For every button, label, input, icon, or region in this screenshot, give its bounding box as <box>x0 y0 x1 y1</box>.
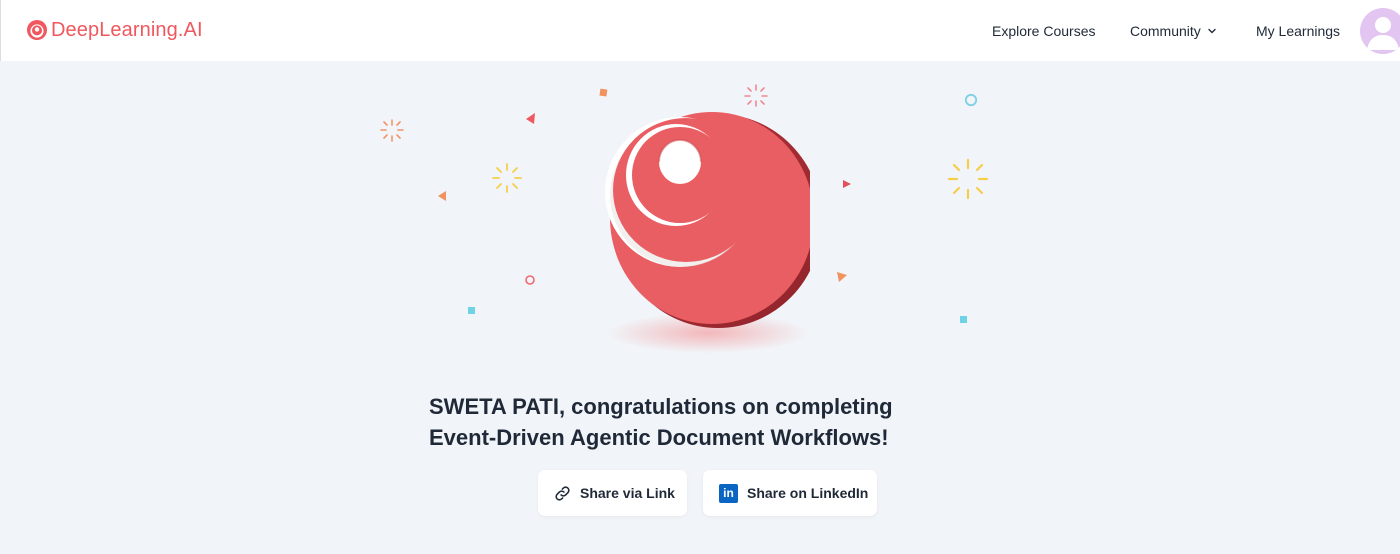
link-icon <box>555 485 570 501</box>
chevron-down-icon <box>1208 28 1216 33</box>
share-via-link-button[interactable]: Share via Link <box>538 470 687 516</box>
nav-community-label: Community <box>1130 22 1201 39</box>
user-avatar-icon <box>1367 17 1399 50</box>
nav-explore-courses[interactable]: Explore Courses <box>992 0 1096 61</box>
confetti-triangle <box>438 191 446 201</box>
brand-logo-link[interactable]: DeepLearning.AI <box>26 18 203 42</box>
completion-message-line2: Event-Driven Agentic Document Workflows! <box>429 425 889 450</box>
sparkle-burst-icon <box>744 84 768 107</box>
sparkle-burst-icon <box>947 158 989 200</box>
sparkle-burst-icon <box>380 119 404 142</box>
confetti-triangle <box>837 272 847 282</box>
confetti-triangle <box>526 113 535 124</box>
confetti-square <box>960 316 967 323</box>
linkedin-icon: in <box>719 483 738 503</box>
share-on-linkedin-button[interactable]: in Share on LinkedIn <box>703 470 877 516</box>
nav-my-learnings[interactable]: My Learnings <box>1256 0 1340 61</box>
confetti-triangle <box>843 180 851 188</box>
brand-name: DeepLearning.AI <box>51 18 203 41</box>
user-avatar-button[interactable] <box>1360 8 1400 54</box>
confetti-square <box>599 88 608 97</box>
share-on-linkedin-label: Share on LinkedIn <box>747 485 869 501</box>
deeplearning-3d-logo-icon <box>605 112 810 353</box>
confetti-ring <box>525 275 535 285</box>
sparkle-burst-icon <box>492 163 522 193</box>
completion-message-line1: SWETA PATI, congratulations on completin… <box>429 394 893 419</box>
completion-message: SWETA PATI, congratulations on completin… <box>429 391 989 453</box>
nav-community[interactable]: Community <box>1130 0 1217 61</box>
confetti-square <box>468 307 475 314</box>
confetti-ring <box>964 93 978 107</box>
share-via-link-label: Share via Link <box>580 485 675 501</box>
deeplearning-logo-icon <box>27 20 47 40</box>
top-navigation-bar: DeepLearning.AI Explore Courses Communit… <box>0 0 1400 61</box>
